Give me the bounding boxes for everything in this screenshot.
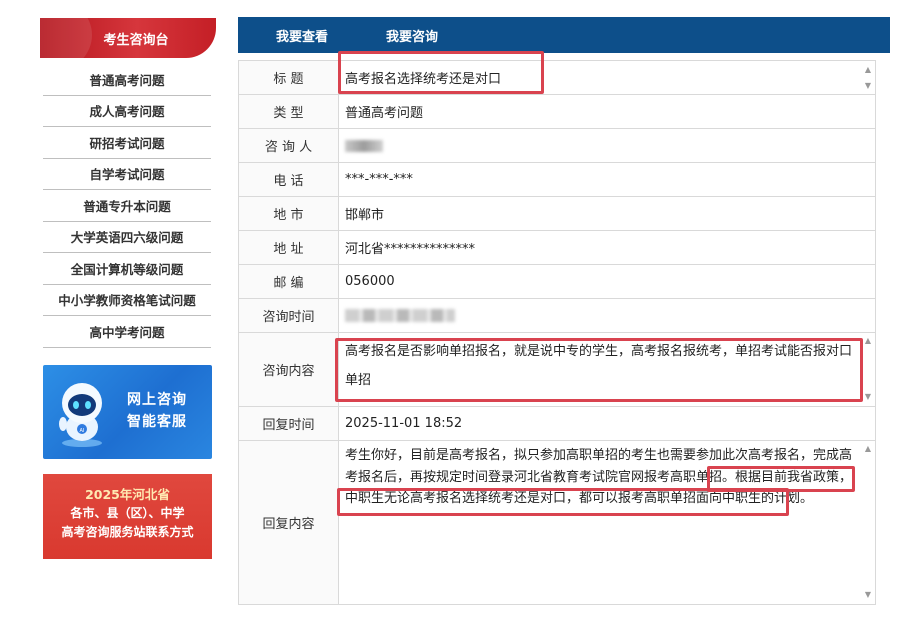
phone-label: 电 话 <box>238 162 339 197</box>
ai-service-banner[interactable]: AI 网上咨询 智能客服 <box>43 365 212 459</box>
sidebar-header: 考生咨询台 <box>40 18 216 58</box>
tab-bar: 我要查看 我要咨询 <box>238 17 890 53</box>
address-label: 地 址 <box>238 230 339 265</box>
city-label: 地 市 <box>238 196 339 231</box>
sidebar-item-gaokao[interactable]: 普通高考问题 <box>43 64 211 96</box>
red-banner-line3: 高考咨询服务站联系方式 <box>61 525 194 539</box>
phone-value: ***-***-*** <box>338 162 876 197</box>
service-station-banner[interactable]: 2025年河北省 各市、县（区）、中学 高考咨询服务站联系方式 <box>43 474 212 559</box>
reply-time-label: 回复时间 <box>238 406 339 441</box>
type-value: 普通高考问题 <box>338 94 876 129</box>
sidebar-item-self-study[interactable]: 自学考试问题 <box>43 159 211 190</box>
sidebar-item-xuekao[interactable]: 高中学考问题 <box>43 316 211 348</box>
city-value: 邯郸市 <box>338 196 876 231</box>
red-banner-line2: 各市、县（区）、中学 <box>70 506 185 520</box>
main-panel: 我要查看 我要咨询 标 题 高考报名选择统考还是对口 ▲ ▼ 类 型 普通高考问… <box>238 17 890 625</box>
sidebar-item-postgrad[interactable]: 研招考试问题 <box>43 127 211 159</box>
scroll-up-icon[interactable]: ▲ <box>863 65 873 74</box>
scroll-down-icon[interactable]: ▼ <box>863 81 873 90</box>
title-label: 标 题 <box>238 60 339 95</box>
consult-detail-table: 标 题 高考报名选择统考还是对口 ▲ ▼ 类 型 普通高考问题 咨 询 人 电 … <box>238 60 876 605</box>
consult-time-label: 咨询时间 <box>238 298 339 333</box>
asker-label: 咨 询 人 <box>238 128 339 163</box>
sidebar: 考生咨询台 普通高考问题 成人高考问题 研招考试问题 自学考试问题 普通专升本问… <box>40 18 216 559</box>
title-value: 高考报名选择统考还是对口 <box>345 72 502 87</box>
asker-name-redacted <box>345 139 383 152</box>
robot-icon: AI <box>59 383 102 447</box>
sidebar-item-cet[interactable]: 大学英语四六级问题 <box>43 222 211 253</box>
tab-view[interactable]: 我要查看 <box>276 26 328 45</box>
ai-banner-line1: 网上咨询 <box>127 392 187 408</box>
reply-time-value: 2025-11-01 18:52 <box>338 406 876 441</box>
sidebar-menu: 普通高考问题 成人高考问题 研招考试问题 自学考试问题 普通专升本问题 大学英语… <box>40 64 216 348</box>
reply-value: 考生你好，目前是高考报名，拟只参加高职单招的考生也需要参加此次高考报名，完成高考… <box>345 448 853 506</box>
reply-scroll-up-icon[interactable]: ▲ <box>863 445 873 453</box>
content-value: 高考报名是否影响单招报名，就是说中专的学生，高考报名报统考，单招考试能否报对口单… <box>345 344 853 388</box>
sidebar-item-teacher-cert[interactable]: 中小学教师资格笔试问题 <box>43 285 211 316</box>
ai-banner-line2: 智能客服 <box>127 414 187 430</box>
tab-ask[interactable]: 我要咨询 <box>386 26 438 45</box>
reply-scroll-down-icon[interactable]: ▼ <box>863 591 873 599</box>
postcode-label: 邮 编 <box>238 264 339 299</box>
type-label: 类 型 <box>238 94 339 129</box>
content-label: 咨询内容 <box>238 332 339 407</box>
reply-label: 回复内容 <box>238 440 339 605</box>
red-banner-line1: 2025年河北省 <box>85 487 170 502</box>
sidebar-item-upgrade[interactable]: 普通专升本问题 <box>43 190 211 222</box>
consult-time-redacted <box>345 309 455 322</box>
sidebar-title: 考生咨询台 <box>103 32 169 48</box>
address-value: 河北省************** <box>338 230 876 265</box>
postcode-value: 056000 <box>338 264 876 299</box>
sidebar-item-adult-exam[interactable]: 成人高考问题 <box>43 96 211 127</box>
content-scroll-down-icon[interactable]: ▼ <box>863 393 873 401</box>
svg-text:AI: AI <box>80 428 85 434</box>
sidebar-item-ncre[interactable]: 全国计算机等级问题 <box>43 253 211 285</box>
content-scroll-up-icon[interactable]: ▲ <box>863 337 873 345</box>
